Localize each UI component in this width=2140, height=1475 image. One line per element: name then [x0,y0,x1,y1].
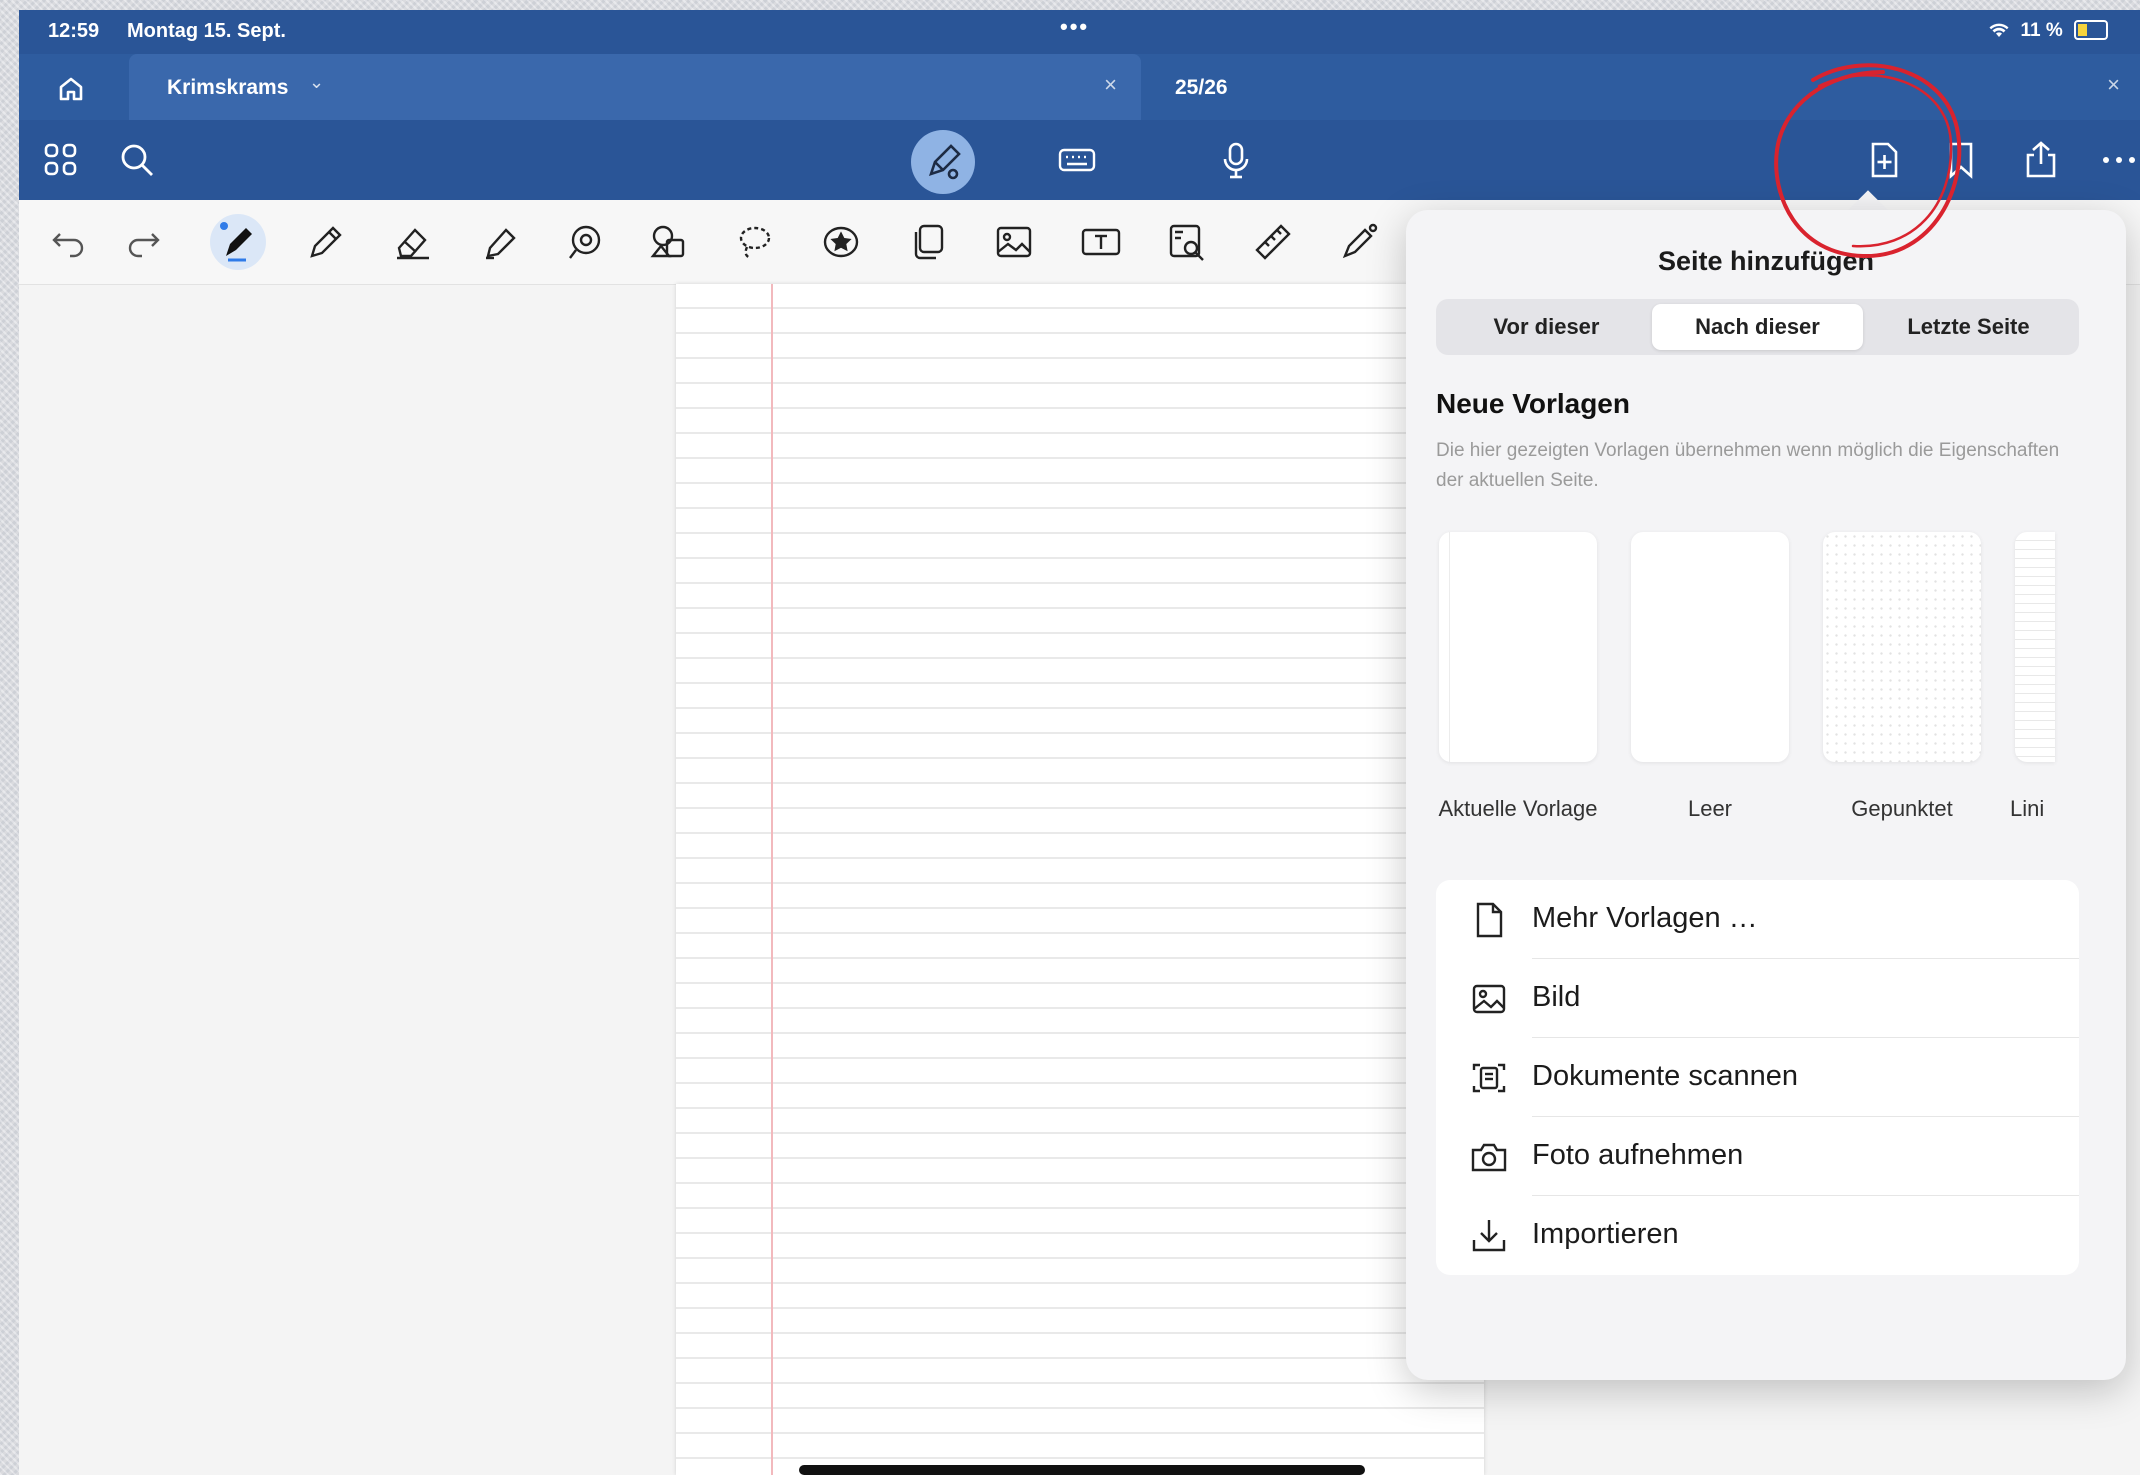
eraser-icon[interactable] [391,220,435,264]
tab-title: 25/26 [1175,76,1228,99]
segment-after[interactable]: Nach dieser [1652,304,1863,350]
battery-percent: 11 % [2020,20,2063,41]
redo-icon[interactable] [122,220,166,264]
lasso-icon[interactable] [733,220,777,264]
textbox-icon[interactable] [1079,220,1123,264]
menu-item-image[interactable]: Bild [1436,959,2079,1038]
pencil-icon[interactable] [304,220,348,264]
battery-indicator: 11 % [1989,20,2108,42]
screenshot-icon[interactable] [1165,220,1209,264]
tab-close-button[interactable]: × [1104,72,1117,98]
insert-options-list: Mehr Vorlagen … Bild Dokumente scannen F… [1436,880,2079,1275]
highlighter-icon[interactable] [478,220,522,264]
home-icon[interactable] [54,72,88,106]
menu-item-label: Foto aufnehmen [1532,1139,1744,1171]
sticker-icon[interactable] [819,220,863,264]
chevron-down-icon[interactable]: ⌄ [309,72,324,93]
tab-title: Krimskrams [167,76,289,99]
menu-item-label: Dokumente scannen [1532,1060,1798,1092]
menu-item-label: Bild [1532,981,1581,1013]
menu-item-label: Mehr Vorlagen … [1532,902,1758,934]
undo-icon[interactable] [46,220,90,264]
ruler-icon[interactable] [1251,220,1295,264]
share-icon[interactable] [2021,140,2061,180]
notebook-page[interactable] [676,284,1484,1475]
section-title: Neue Vorlagen [1436,388,1630,419]
microphone-icon[interactable] [1216,140,1256,180]
search-icon[interactable] [117,140,157,180]
multitasking-dots[interactable]: ••• [1060,14,1089,40]
laser-pointer-icon[interactable] [1337,220,1381,264]
template-dotted[interactable] [1823,532,1981,762]
menu-item-take-photo[interactable]: Foto aufnehmen [1436,1117,2079,1196]
wifi-icon [1989,23,2009,39]
element-icon[interactable] [647,220,691,264]
scan-icon [1469,1058,1509,1098]
template-label: Leer [1687,796,1733,821]
grid-icon[interactable] [41,140,81,180]
status-date: Montag 15. Sept. [127,20,286,42]
template-lined[interactable] [2015,532,2055,762]
segment-before[interactable]: Vor dieser [1441,304,1652,350]
red-annotation-circle [1774,63,1962,259]
document-icon [1469,900,1509,940]
pen-mode-icon[interactable] [911,130,975,194]
tab-25-26[interactable]: 25/26 × [1141,54,2140,120]
page-margin-line [771,284,773,1475]
insert-position-segmented-control: Vor dieser Nach dieser Letzte Seite [1436,299,2079,355]
image-icon [1469,979,1509,1019]
template-current[interactable] [1439,532,1597,762]
copy-icon[interactable] [906,220,950,264]
shape-icon[interactable] [562,220,606,264]
pen-icon[interactable] [210,214,266,270]
segment-last-page[interactable]: Letzte Seite [1863,304,2074,350]
home-indicator[interactable] [799,1465,1365,1475]
section-description: Die hier gezeigten Vorlagen übernehmen w… [1436,440,2060,491]
camera-icon [1469,1137,1509,1177]
image-icon[interactable] [992,220,1036,264]
status-time: 12:59 [48,20,100,42]
menu-item-scan-documents[interactable]: Dokumente scannen [1436,1038,2079,1117]
tab-krimskrams[interactable]: Krimskrams ⌄ × [129,54,1141,120]
menu-item-label: Importieren [1532,1218,1679,1250]
ipad-screen: 12:59 Montag 15. Sept. ••• 11 % Krimskra… [19,10,2140,1475]
template-label: Aktuelle Vorlage [1438,796,1598,821]
menu-item-more-templates[interactable]: Mehr Vorlagen … [1436,880,2079,959]
add-page-popover: Seite hinzufügen Vor dieser Nach dieser … [1406,210,2126,1380]
template-label: Lini [2010,796,2045,821]
more-icon[interactable] [2099,140,2139,180]
battery-icon [2074,20,2108,40]
menu-item-import[interactable]: Importieren [1436,1196,2079,1275]
keyboard-icon[interactable] [1057,140,1097,180]
tab-close-button[interactable]: × [2107,72,2120,98]
template-blank[interactable] [1631,532,1789,762]
import-icon [1469,1216,1509,1256]
